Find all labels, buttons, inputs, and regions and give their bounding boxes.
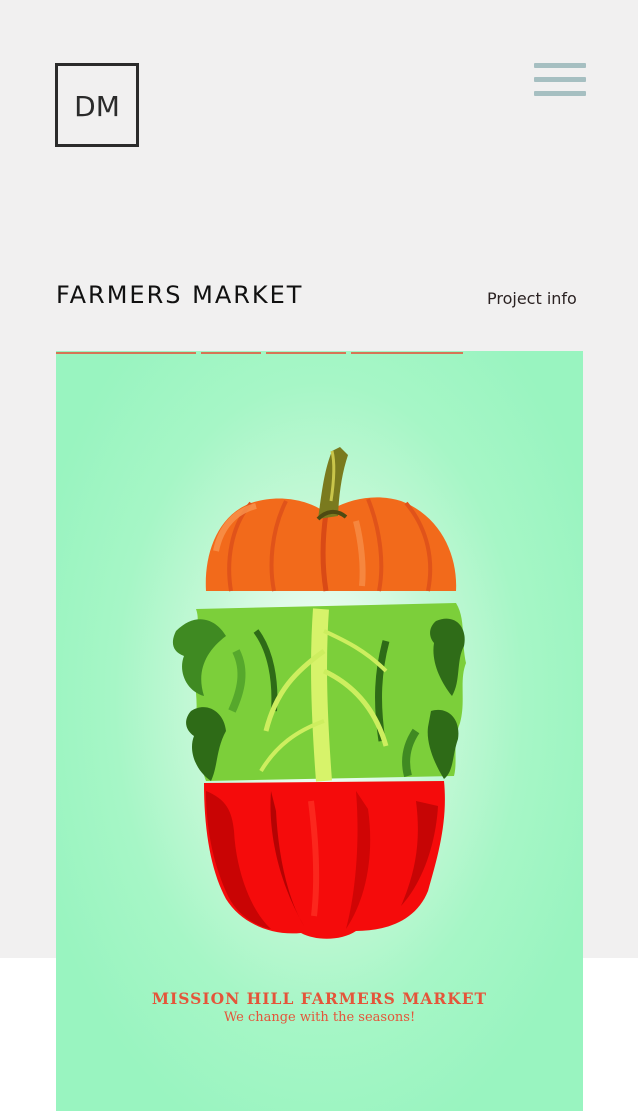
- menu-line: [534, 63, 586, 68]
- pumpkin-illustration: [205, 447, 457, 592]
- poster-image: MISSION HILL FARMERS MARKET We change wi…: [56, 351, 583, 1111]
- poster-fine-print: [56, 352, 463, 354]
- hamburger-menu-icon[interactable]: [534, 61, 586, 99]
- menu-line: [534, 77, 586, 82]
- pepper-illustration: [204, 781, 445, 939]
- menu-line: [534, 91, 586, 96]
- poster-subtitle: We change with the seasons!: [223, 1010, 416, 1025]
- poster-title: MISSION HILL FARMERS MARKET: [151, 989, 488, 1008]
- logo[interactable]: DM: [55, 63, 139, 147]
- project-info-link[interactable]: Project info: [487, 289, 577, 308]
- lettuce-illustration: [172, 603, 466, 782]
- page-title: FARMERS MARKET: [56, 281, 304, 309]
